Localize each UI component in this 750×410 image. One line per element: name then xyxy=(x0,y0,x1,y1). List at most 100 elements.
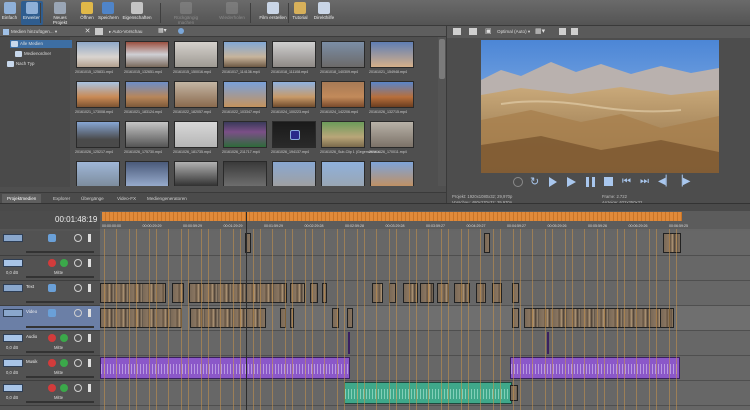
solo-icon[interactable] xyxy=(88,234,91,242)
toolbar-undo-button[interactable]: Rückgängig machen xyxy=(166,1,206,25)
media-thumbnail[interactable]: 20161024_142206.mp4 xyxy=(320,81,365,114)
record-arm-icon[interactable] xyxy=(48,384,56,392)
monitor-icon[interactable] xyxy=(469,28,477,35)
video-clip[interactable] xyxy=(510,385,518,401)
video-clip[interactable] xyxy=(524,308,674,328)
media-thumbnail[interactable] xyxy=(321,161,365,186)
media-thumbnail[interactable] xyxy=(125,161,169,186)
toolbar-redo-button[interactable]: Wiederholen xyxy=(212,1,252,25)
media-thumbnail[interactable]: 20161021_154948.mp4 xyxy=(369,41,414,74)
track-header[interactable]: Video xyxy=(0,306,100,331)
video-clip[interactable] xyxy=(389,283,396,303)
media-thumbnail[interactable]: 20161026_125217.mp4 xyxy=(75,121,120,154)
fx-icon[interactable] xyxy=(74,334,82,342)
toolbar-folder-button[interactable]: Öffnen xyxy=(78,1,96,25)
playhead-cursor[interactable] xyxy=(246,212,247,410)
solo-icon[interactable] xyxy=(88,309,91,317)
tab-video-fx[interactable]: Video-FX xyxy=(112,194,141,203)
media-thumbnail[interactable] xyxy=(223,161,267,186)
volume-slider[interactable] xyxy=(26,401,94,403)
video-clip[interactable] xyxy=(663,233,681,253)
remove-icon[interactable]: ✕ xyxy=(84,27,91,36)
preview-quality-select[interactable]: Optimal (Auto) ▾ xyxy=(497,27,530,36)
solo-icon[interactable] xyxy=(88,384,91,392)
media-thumbnail[interactable]: 20161026_194137.mp4 xyxy=(271,121,316,154)
tab-explorer[interactable]: Explorer xyxy=(48,194,75,203)
copy-frame-icon[interactable] xyxy=(559,28,566,35)
toolbar-new-project-button[interactable]: Neues Projekt xyxy=(46,1,74,25)
panel-divider[interactable] xyxy=(0,203,750,211)
go-to-start-icon[interactable]: ⏮ xyxy=(622,177,632,187)
fx-icon[interactable] xyxy=(74,284,82,292)
volume-slider[interactable] xyxy=(26,251,94,253)
media-thumbnail[interactable] xyxy=(272,161,316,186)
volume-slider[interactable] xyxy=(26,351,94,353)
media-thumbnail[interactable]: 20161026_181735.mp4 xyxy=(173,121,218,154)
next-frame-icon[interactable]: ▕▶ xyxy=(675,177,690,187)
solo-icon[interactable] xyxy=(88,359,91,367)
media-thumbnail[interactable]: 20161024_100223.mp4 xyxy=(271,81,316,114)
track-header[interactable] xyxy=(0,231,100,256)
tab-mediengeneratoren[interactable]: Mediengeneratoren xyxy=(142,194,192,203)
music-clip[interactable] xyxy=(510,357,680,379)
toolbar-save-button[interactable]: Speichern xyxy=(98,1,119,25)
volume-slider[interactable] xyxy=(26,376,94,378)
media-thumbnail[interactable]: 20161026_Sub-Clip 1 (Gegenwerte.a... xyxy=(320,121,383,154)
media-thumbnail[interactable]: 20161015_132651.mp4 xyxy=(124,41,169,74)
media-thumbnail[interactable] xyxy=(174,161,218,186)
fx-icon[interactable]: ▣ xyxy=(485,27,492,36)
fx-icon[interactable] xyxy=(74,234,82,242)
media-thumbnail[interactable]: 20161021_183124.mp4 xyxy=(124,81,169,114)
video-clip[interactable] xyxy=(347,308,353,328)
go-to-end-icon[interactable]: ⏭ xyxy=(640,177,650,187)
video-clip[interactable] xyxy=(420,283,434,303)
play-icon[interactable] xyxy=(567,177,576,187)
video-clip[interactable] xyxy=(332,308,339,328)
tree-item[interactable]: Alle Medien xyxy=(10,40,72,48)
video-clip[interactable] xyxy=(172,283,184,303)
composite-icon[interactable] xyxy=(48,234,56,242)
mute-icon[interactable] xyxy=(60,384,68,392)
record-icon[interactable] xyxy=(513,177,523,187)
video-clip[interactable] xyxy=(372,283,383,303)
media-thumbnail[interactable]: 20161021_173008.mp4 xyxy=(75,81,120,114)
media-thumbnail[interactable]: 20161026_211717.mp4 xyxy=(222,121,267,154)
track-header[interactable]: 0,0 dB Mitte xyxy=(0,381,100,406)
toolbar-tutorial-button[interactable]: Tutorial xyxy=(292,1,308,25)
media-thumbnail[interactable]: 20161026_170925.mp4 xyxy=(76,161,120,186)
mute-icon[interactable] xyxy=(60,359,68,367)
media-thumbnail[interactable]: 20161022_182057.mp4 xyxy=(173,81,218,114)
fx-icon[interactable] xyxy=(74,384,82,392)
media-thumbnail[interactable]: 20161017_114136.mp4 xyxy=(222,41,267,74)
fx-icon[interactable] xyxy=(74,309,82,317)
record-arm-icon[interactable] xyxy=(48,359,56,367)
play-from-start-icon[interactable] xyxy=(549,177,557,187)
media-thumbnail[interactable]: 20161026_170011.mp4 xyxy=(369,121,414,154)
media-thumbnail[interactable]: 20161015_150016.mp4 xyxy=(173,41,218,74)
solo-icon[interactable] xyxy=(88,284,91,292)
composite-icon[interactable] xyxy=(48,284,56,292)
solo-icon[interactable] xyxy=(88,334,91,342)
scrollbar-thumb[interactable] xyxy=(439,39,445,79)
previous-frame-icon[interactable]: ◀▏ xyxy=(658,177,673,187)
audio-clip[interactable] xyxy=(547,332,549,354)
fx-icon[interactable] xyxy=(74,359,82,367)
save-frame-icon[interactable] xyxy=(571,28,578,35)
pause-icon[interactable] xyxy=(586,177,595,187)
mute-icon[interactable] xyxy=(60,334,68,342)
mute-icon[interactable] xyxy=(60,259,68,267)
loop-icon[interactable]: ↻ xyxy=(530,177,540,188)
volume-slider[interactable] xyxy=(26,326,94,328)
search-icon[interactable] xyxy=(178,28,184,34)
fx-icon[interactable] xyxy=(74,259,82,267)
media-thumbnail[interactable]: 20161026_132715.mp4 xyxy=(369,81,414,114)
video-clip[interactable] xyxy=(100,308,182,328)
toolbar-grid-button[interactable]: Einfach xyxy=(1,1,18,25)
track-header[interactable]: Audio 0,0 dB Mitte xyxy=(0,331,100,356)
tree-item[interactable]: Medienordner xyxy=(14,50,76,58)
auto-preview-toggle[interactable]: ▸ Auto-Vorschau xyxy=(109,27,142,36)
media-thumbnail[interactable]: 20161026_175730.mp4 xyxy=(124,121,169,154)
toolbar-film-button[interactable]: Film erstellen xyxy=(258,1,288,25)
add-media-button[interactable]: Medien hinzufügen... ▾ xyxy=(3,27,57,36)
tree-item[interactable]: Nach Typ xyxy=(6,60,68,68)
